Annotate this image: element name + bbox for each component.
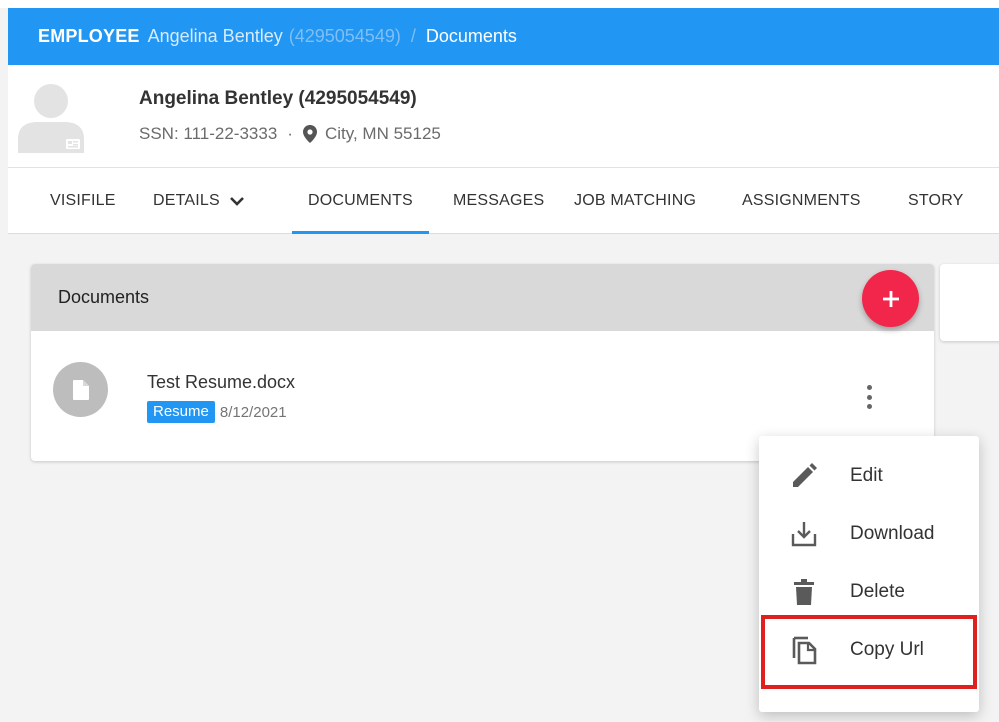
tab-label: DETAILS [153,192,220,209]
employee-header: Angelina Bentley (4295054549) SSN: 111-2… [8,65,999,168]
breadcrumb-separator: / [410,26,416,46]
menu-item-delete[interactable]: Delete [759,563,979,621]
avatar [18,79,84,153]
menu-item-download[interactable]: Download [759,505,979,563]
add-document-button[interactable] [862,270,919,327]
tab-label: VISIFILE [50,192,116,209]
meta-separator: · [287,124,293,143]
documents-panel-header: Documents [31,264,934,331]
document-type-badge: Resume [147,401,215,423]
location-pin-icon [302,125,317,143]
trash-icon [786,574,822,610]
side-panel [940,264,999,341]
download-icon [786,516,822,552]
menu-item-label: Download [850,523,935,544]
plus-icon [882,290,899,307]
tab-visifile[interactable]: VISIFILE [50,168,116,234]
employee-meta: SSN: 111-22-3333 · City, MN 55125 [139,124,441,144]
employee-badge-icon [18,84,84,153]
menu-item-label: Edit [850,465,883,486]
tab-messages[interactable]: MESSAGES [453,168,544,234]
tab-bar: VISIFILE DETAILS DOCUMENTS MESSAGES JOB … [8,168,999,234]
pencil-icon [786,458,822,494]
tab-label: ASSIGNMENTS [742,192,861,209]
tab-label: JOB MATCHING [574,192,697,209]
tab-label: STORY [908,192,964,209]
breadcrumb-current-page: Documents [425,26,517,46]
document-meta: Resume 8/12/2021 [147,401,287,423]
employee-ssn: SSN: 111-22-3333 [139,124,278,143]
tab-label: DOCUMENTS [308,192,413,209]
tab-label: MESSAGES [453,192,545,209]
documents-panel-title: Documents [58,287,150,307]
employee-location: City, MN 55125 [324,124,441,143]
employee-name: Angelina Bentley (4295054549) [139,88,417,109]
top-strip [0,0,999,8]
tab-story[interactable]: STORY [908,168,964,234]
tab-assignments[interactable]: ASSIGNMENTS [742,168,861,234]
file-icon [53,362,108,417]
breadcrumb: EMPLOYEE Angelina Bentley (4295054549) /… [8,8,999,65]
document-context-menu: Edit Download Delete Copy Url [759,436,979,712]
more-options-icon[interactable] [857,382,881,412]
breadcrumb-module[interactable]: EMPLOYEE [38,26,140,47]
breadcrumb-employee-name[interactable]: Angelina Bentley [148,26,283,47]
document-date: 8/12/2021 [219,403,287,421]
menu-item-edit[interactable]: Edit [759,447,979,505]
menu-item-label: Delete [850,581,905,602]
tab-job-matching[interactable]: JOB MATCHING [574,168,696,234]
menu-item-copy-url[interactable]: Copy Url [759,621,979,679]
menu-item-label: Copy Url [850,639,924,660]
breadcrumb-employee-id: (4295054549) [288,26,401,46]
documents-panel: Documents Test Resume.docx Resume 8/12/2… [31,264,934,461]
chevron-down-icon [229,197,244,206]
copy-icon [786,632,822,668]
tab-documents[interactable]: DOCUMENTS [292,168,429,234]
tab-details[interactable]: DETAILS [153,168,244,234]
document-name[interactable]: Test Resume.docx [147,372,295,393]
